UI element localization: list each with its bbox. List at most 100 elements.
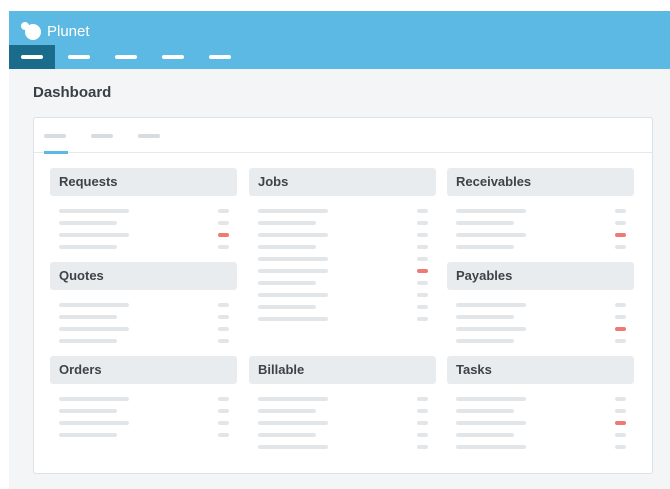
list-item[interactable]	[50, 311, 237, 323]
list-item[interactable]	[50, 205, 237, 217]
panel-title[interactable]: Receivables	[447, 168, 634, 196]
list-item[interactable]	[249, 393, 436, 405]
list-item-text-placeholder	[59, 209, 129, 213]
panel-rows	[447, 290, 634, 347]
status-indicator	[218, 303, 229, 307]
list-item[interactable]	[249, 217, 436, 229]
list-item[interactable]	[50, 417, 237, 429]
list-item[interactable]	[447, 299, 634, 311]
status-indicator	[417, 209, 428, 213]
alert-indicator	[615, 233, 626, 237]
list-item-text-placeholder	[59, 421, 129, 425]
panel-title[interactable]: Tasks	[447, 356, 634, 384]
panel-title[interactable]: Quotes	[50, 262, 237, 290]
tabs-divider	[34, 152, 652, 153]
list-item[interactable]	[249, 229, 436, 241]
list-item[interactable]	[249, 253, 436, 265]
active-tab-indicator	[44, 151, 68, 154]
list-item-text-placeholder	[456, 421, 526, 425]
panel-title[interactable]: Orders	[50, 356, 237, 384]
panel-title[interactable]: Billable	[249, 356, 436, 384]
list-item[interactable]	[50, 405, 237, 417]
list-item[interactable]	[249, 205, 436, 217]
brand[interactable]: Plunet	[20, 20, 90, 42]
status-indicator	[218, 339, 229, 343]
list-item[interactable]	[447, 393, 634, 405]
panel-billable: Billable	[249, 356, 436, 453]
list-item[interactable]	[447, 217, 634, 229]
list-item[interactable]	[50, 299, 237, 311]
list-item[interactable]	[249, 405, 436, 417]
status-indicator	[417, 445, 428, 449]
panel-rows	[447, 384, 634, 453]
alert-indicator	[417, 269, 428, 273]
list-item[interactable]	[249, 429, 436, 441]
panel-title[interactable]: Requests	[50, 168, 237, 196]
list-item[interactable]	[249, 277, 436, 289]
panel-rows	[50, 196, 237, 253]
status-indicator	[417, 233, 428, 237]
list-item[interactable]	[249, 265, 436, 277]
panel-rows	[249, 196, 436, 325]
list-item-text-placeholder	[258, 421, 328, 425]
list-item[interactable]	[50, 323, 237, 335]
list-item[interactable]	[447, 205, 634, 217]
list-item[interactable]	[50, 229, 237, 241]
list-item[interactable]	[249, 241, 436, 253]
list-item-text-placeholder	[59, 315, 117, 319]
list-item-text-placeholder	[456, 327, 526, 331]
list-item[interactable]	[447, 417, 634, 429]
list-item[interactable]	[249, 441, 436, 453]
list-item-text-placeholder	[258, 269, 328, 273]
list-item-text-placeholder	[456, 397, 526, 401]
list-item-text-placeholder	[456, 303, 526, 307]
status-indicator	[218, 221, 229, 225]
nav-item-1[interactable]	[21, 55, 43, 59]
list-item[interactable]	[249, 417, 436, 429]
list-item[interactable]	[50, 335, 237, 347]
list-item[interactable]	[50, 241, 237, 253]
list-item-text-placeholder	[59, 303, 129, 307]
dashboard-card: Requests Jobs Receivables Quotes Payable…	[33, 117, 653, 474]
list-item[interactable]	[249, 313, 436, 325]
status-indicator	[417, 409, 428, 413]
list-item[interactable]	[447, 311, 634, 323]
tab-1[interactable]	[44, 134, 66, 138]
panel-rows	[249, 384, 436, 453]
list-item[interactable]	[447, 323, 634, 335]
list-item[interactable]	[50, 393, 237, 405]
status-indicator	[218, 209, 229, 213]
list-item[interactable]	[249, 289, 436, 301]
list-item-text-placeholder	[456, 339, 514, 343]
tab-2[interactable]	[91, 134, 113, 138]
list-item[interactable]	[447, 441, 634, 453]
nav-item-3[interactable]	[115, 55, 137, 59]
status-indicator	[615, 245, 626, 249]
list-item[interactable]	[447, 429, 634, 441]
list-item[interactable]	[50, 217, 237, 229]
status-indicator	[417, 397, 428, 401]
list-item[interactable]	[249, 301, 436, 313]
status-indicator	[417, 257, 428, 261]
status-indicator	[615, 339, 626, 343]
brand-name: Plunet	[47, 22, 90, 40]
panel-tasks: Tasks	[447, 356, 634, 453]
nav-item-4[interactable]	[162, 55, 184, 59]
status-indicator	[218, 409, 229, 413]
tab-3[interactable]	[138, 134, 160, 138]
panel-title[interactable]: Payables	[447, 262, 634, 290]
list-item[interactable]	[447, 405, 634, 417]
list-item[interactable]	[447, 335, 634, 347]
list-item[interactable]	[50, 429, 237, 441]
panel-rows	[447, 196, 634, 253]
status-indicator	[615, 303, 626, 307]
list-item-text-placeholder	[258, 433, 316, 437]
list-item[interactable]	[447, 229, 634, 241]
list-item-text-placeholder	[59, 397, 129, 401]
list-item[interactable]	[447, 241, 634, 253]
nav-item-5[interactable]	[209, 55, 231, 59]
nav-item-2[interactable]	[68, 55, 90, 59]
list-item-text-placeholder	[59, 245, 117, 249]
panel-title[interactable]: Jobs	[249, 168, 436, 196]
status-indicator	[615, 433, 626, 437]
